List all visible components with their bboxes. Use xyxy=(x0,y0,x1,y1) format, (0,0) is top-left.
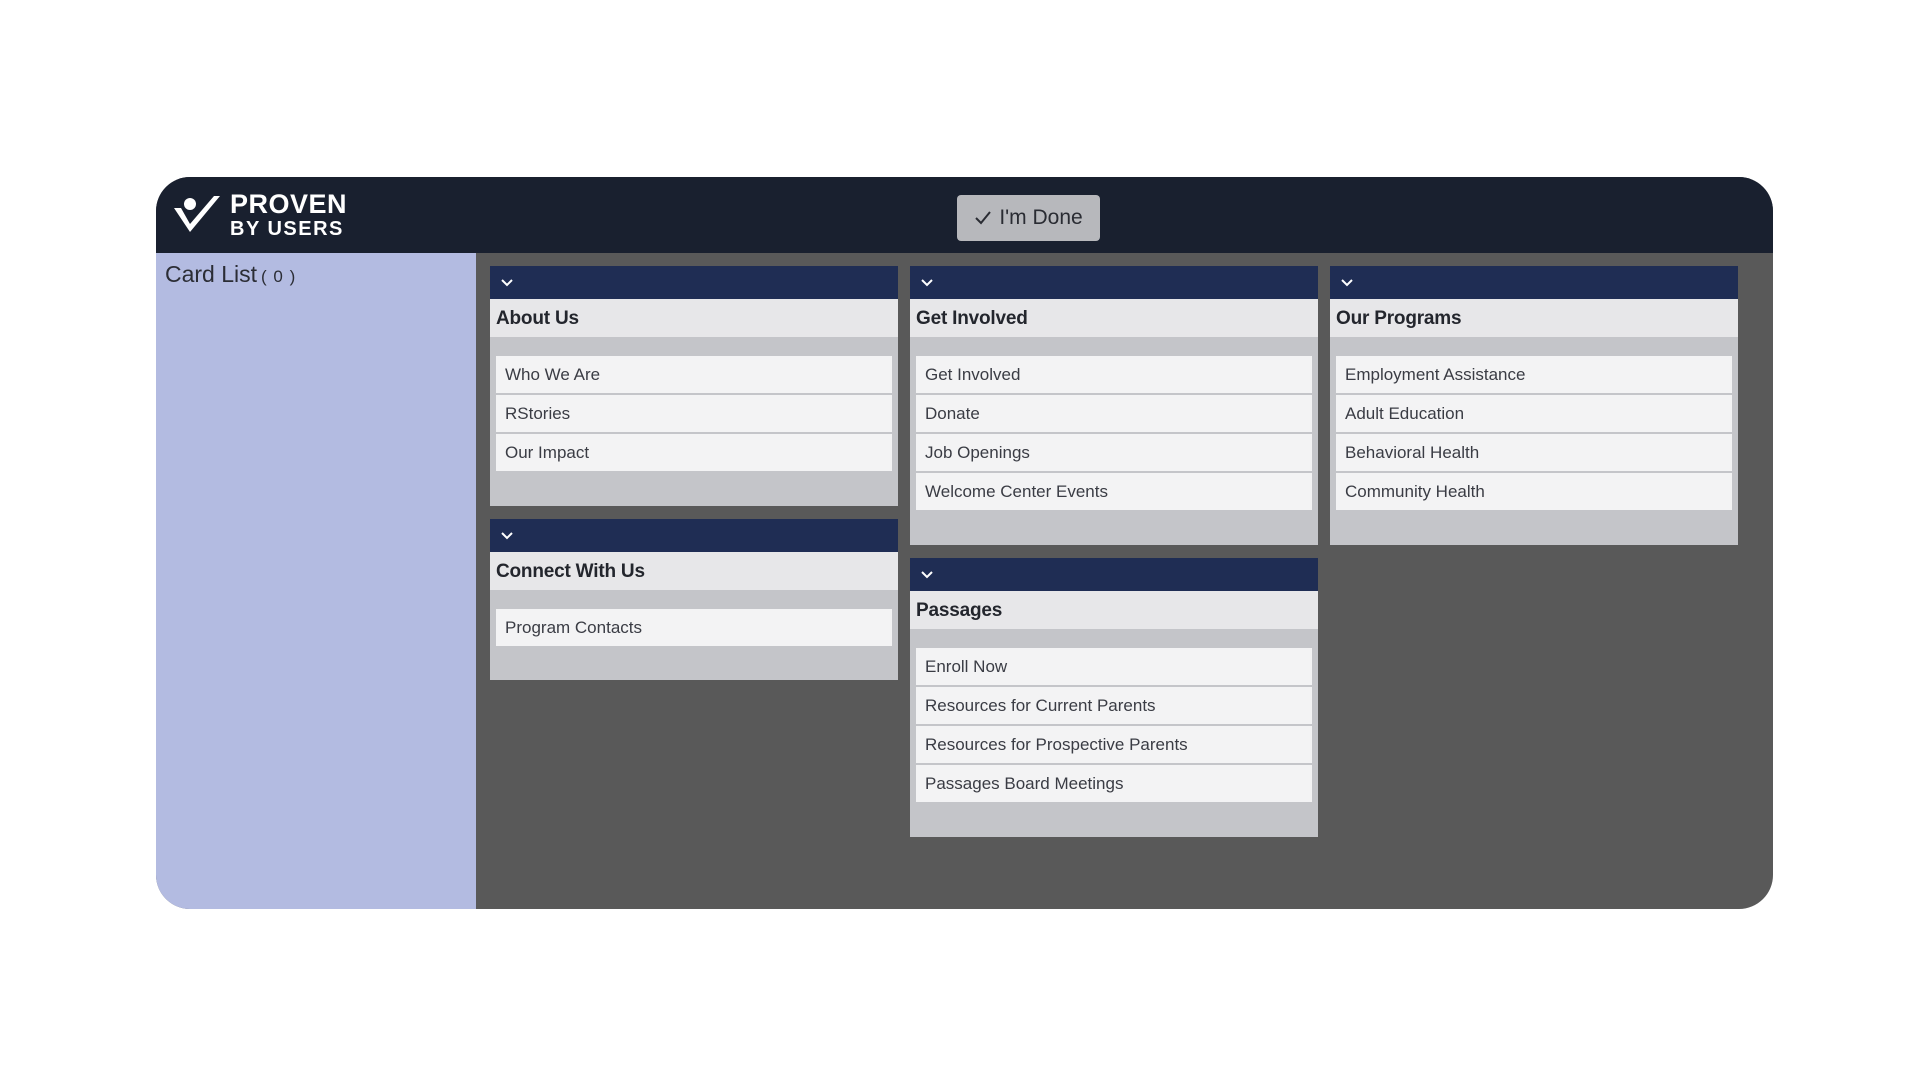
card-list-panel: Card List( 0 ) xyxy=(156,253,476,909)
card-header[interactable] xyxy=(490,519,898,552)
card-item[interactable]: Resources for Prospective Parents xyxy=(916,726,1312,763)
card-board: About Us Who We Are RStories Our Impact Conn… xyxy=(476,253,1773,909)
card-item[interactable]: Resources for Current Parents xyxy=(916,687,1312,724)
logo: PROVEN BY USERS xyxy=(170,187,347,243)
card-title: Get Involved xyxy=(910,299,1318,337)
card-item[interactable]: Passages Board Meetings xyxy=(916,765,1312,802)
card-items: Program Contacts xyxy=(490,590,898,646)
card-title: About Us xyxy=(490,299,898,337)
card-our-programs[interactable]: Our Programs Employment Assistance Adult E… xyxy=(1330,266,1738,545)
logo-text-line1: PROVEN xyxy=(230,189,348,219)
chevron-down-icon[interactable] xyxy=(1339,275,1355,291)
card-title: Our Programs xyxy=(1330,299,1738,337)
im-done-button[interactable]: I'm Done xyxy=(957,195,1100,241)
card-item[interactable]: Enroll Now xyxy=(916,648,1312,685)
top-bar: PROVEN BY USERS I'm Done xyxy=(156,177,1773,253)
card-header[interactable] xyxy=(1330,266,1738,299)
card-item[interactable]: Employment Assistance xyxy=(1336,356,1732,393)
card-item[interactable]: RStories xyxy=(496,395,892,432)
card-items: Employment Assistance Adult Education Beha… xyxy=(1330,337,1738,510)
logo-text-line2: BY USERS xyxy=(230,218,344,240)
card-header[interactable] xyxy=(490,266,898,299)
chevron-down-icon[interactable] xyxy=(499,275,515,291)
card-list-count: ( 0 ) xyxy=(261,267,297,286)
card-passages[interactable]: Passages Enroll Now Resources for Current … xyxy=(910,558,1318,837)
im-done-label: I'm Done xyxy=(999,206,1083,229)
card-header[interactable] xyxy=(910,558,1318,591)
app-window: PROVEN BY USERS I'm Done Card List( 0 ) … xyxy=(156,177,1773,909)
card-get-involved[interactable]: Get Involved Get Involved Donate Job Openin… xyxy=(910,266,1318,545)
chevron-down-icon[interactable] xyxy=(499,528,515,544)
chevron-down-icon[interactable] xyxy=(919,567,935,583)
card-title: Passages xyxy=(910,591,1318,629)
card-item[interactable]: Welcome Center Events xyxy=(916,473,1312,510)
card-connect-with-us[interactable]: Connect With Us Program Contacts xyxy=(490,519,898,680)
card-list-label: Card List xyxy=(165,261,258,287)
card-item[interactable]: Who We Are xyxy=(496,356,892,393)
card-items: Get Involved Donate Job Openings Welcome Ce… xyxy=(910,337,1318,510)
card-list-title: Card List( 0 ) xyxy=(165,261,296,288)
logo-icon xyxy=(174,196,220,232)
chevron-down-icon[interactable] xyxy=(919,275,935,291)
card-item[interactable]: Community Health xyxy=(1336,473,1732,510)
card-item[interactable]: Donate xyxy=(916,395,1312,432)
card-item[interactable]: Adult Education xyxy=(1336,395,1732,432)
card-header[interactable] xyxy=(910,266,1318,299)
card-item[interactable]: Program Contacts xyxy=(496,609,892,646)
card-item[interactable]: Get Involved xyxy=(916,356,1312,393)
card-items: Enroll Now Resources for Current Parents R… xyxy=(910,629,1318,802)
card-items: Who We Are RStories Our Impact xyxy=(490,337,898,471)
card-item[interactable]: Our Impact xyxy=(496,434,892,471)
card-item[interactable]: Behavioral Health xyxy=(1336,434,1732,471)
card-title: Connect With Us xyxy=(490,552,898,590)
check-icon xyxy=(975,211,992,225)
card-about-us[interactable]: About Us Who We Are RStories Our Impact xyxy=(490,266,898,506)
card-item[interactable]: Job Openings xyxy=(916,434,1312,471)
